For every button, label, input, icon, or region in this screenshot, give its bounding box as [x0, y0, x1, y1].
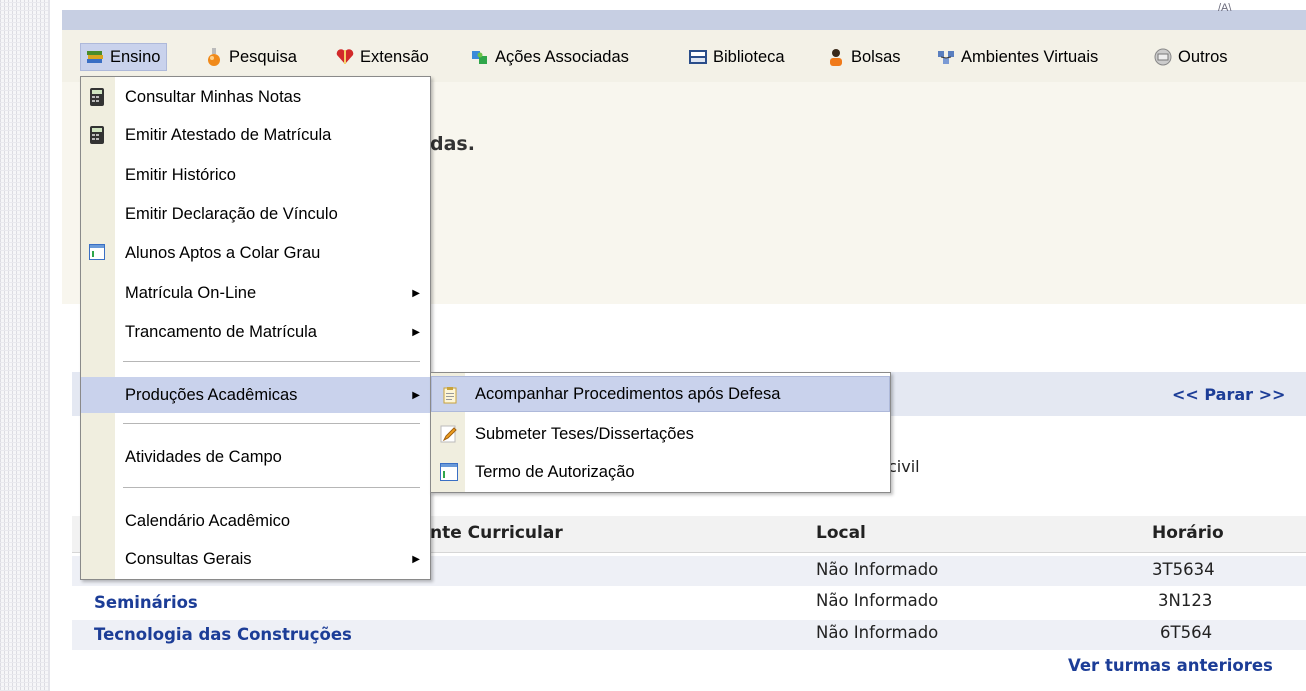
- course-fragment: civil: [888, 457, 920, 476]
- table-row: Seminários Não Informado 3N123: [72, 588, 1306, 618]
- row-name-link[interactable]: Seminários: [94, 593, 198, 612]
- menu-item-trancamento[interactable]: Trancamento de Matrícula ▶: [81, 314, 430, 350]
- menu-separator: [123, 487, 420, 489]
- menu-biblioteca[interactable]: Biblioteca: [688, 45, 785, 69]
- page-heading-fragment: das.: [430, 133, 475, 155]
- menu-item-label: Consultas Gerais: [125, 549, 252, 568]
- menu-item-calendario[interactable]: Calendário Acadêmico: [81, 503, 430, 539]
- menu-item-atividades-campo[interactable]: Atividades de Campo: [81, 439, 430, 475]
- menu-item-label: Emitir Atestado de Matrícula: [125, 125, 332, 144]
- menu-item-label: Calendário Acadêmico: [125, 511, 291, 530]
- menu-ensino-label: Ensino: [110, 47, 161, 66]
- calculator-icon: [89, 87, 105, 107]
- row-local: Não Informado: [816, 591, 939, 610]
- menu-item-consultar-notas[interactable]: Consultar Minhas Notas: [81, 79, 430, 115]
- menu-item-emitir-atestado[interactable]: Emitir Atestado de Matrícula: [81, 117, 430, 153]
- menu-extensao-label: Extensão: [360, 47, 429, 66]
- parar-link[interactable]: << Parar >>: [1172, 385, 1285, 404]
- menu-acoes-associadas[interactable]: Ações Associadas: [470, 45, 629, 69]
- menu-item-label: Atividades de Campo: [125, 447, 282, 466]
- submenu-arrow-icon: ▶: [412, 554, 420, 565]
- menu-item-emitir-historico[interactable]: Emitir Histórico: [81, 157, 430, 193]
- network-icon: [936, 47, 956, 67]
- book-icon: [688, 47, 708, 67]
- menu-item-emitir-declaracao[interactable]: Emitir Declaração de Vínculo: [81, 196, 430, 232]
- form-icon: [440, 463, 458, 481]
- menu-ensino[interactable]: Ensino: [80, 43, 168, 71]
- row-horario: 3T5634: [1152, 560, 1215, 579]
- menu-bolsas[interactable]: Bolsas: [826, 45, 901, 69]
- menu-ambientes-label: Ambientes Virtuais: [961, 47, 1099, 66]
- menu-separator: [123, 361, 420, 363]
- menu-item-label: Emitir Histórico: [125, 165, 236, 184]
- clipboard-icon: [441, 386, 459, 404]
- submenu-item-termo-autorizacao[interactable]: Termo de Autorização: [431, 454, 890, 490]
- menu-item-label: Consultar Minhas Notas: [125, 87, 302, 106]
- menu-outros[interactable]: Outros: [1153, 45, 1228, 69]
- menu-separator: [123, 423, 420, 425]
- submenu-item-submeter-teses[interactable]: Submeter Teses/Dissertações: [431, 416, 890, 452]
- menu-outros-label: Outros: [1178, 47, 1228, 66]
- gutter-edge: [48, 0, 50, 691]
- col-local: Local: [816, 523, 866, 543]
- submenu-item-label: Acompanhar Procedimentos após Defesa: [475, 384, 781, 403]
- menu-item-label: Trancamento de Matrícula: [125, 322, 317, 341]
- heart-gift-icon: [335, 47, 355, 67]
- flask-icon: [204, 47, 224, 67]
- menu-biblioteca-label: Biblioteca: [713, 47, 785, 66]
- menu-item-producoes-academicas[interactable]: Produções Acadêmicas ▶: [81, 377, 430, 413]
- row-local: Não Informado: [816, 623, 939, 642]
- form-icon: [89, 244, 105, 264]
- submenu-item-label: Termo de Autorização: [475, 462, 635, 481]
- col-componente: nte Curricular: [430, 523, 563, 543]
- menu-item-label: Produções Acadêmicas: [125, 385, 298, 404]
- row-local: Não Informado: [816, 560, 939, 579]
- printer-icon: [1153, 47, 1173, 67]
- left-gutter: [0, 0, 48, 691]
- puzzle-icon: [470, 47, 490, 67]
- menu-acoes-label: Ações Associadas: [495, 47, 629, 66]
- calculator-icon: [89, 125, 105, 145]
- menu-item-alunos-aptos[interactable]: Alunos Aptos a Colar Grau: [81, 235, 430, 271]
- row-horario: 3N123: [1158, 591, 1213, 610]
- menu-item-label: Matrícula On-Line: [125, 283, 257, 302]
- row-horario: 6T564: [1160, 623, 1213, 642]
- submenu-arrow-icon: ▶: [412, 288, 420, 299]
- menu-item-matricula-online[interactable]: Matrícula On-Line ▶: [81, 275, 430, 311]
- top-glyph: /A\: [1218, 2, 1232, 14]
- ensino-dropdown: Consultar Minhas Notas Emitir Atestado d…: [80, 76, 431, 580]
- menu-item-label: Alunos Aptos a Colar Grau: [125, 243, 321, 262]
- menu-item-label: Emitir Declaração de Vínculo: [125, 204, 338, 223]
- person-icon: [826, 47, 846, 67]
- menu-bolsas-label: Bolsas: [851, 47, 901, 66]
- submenu-item-acompanhar-procedimentos[interactable]: Acompanhar Procedimentos após Defesa: [431, 376, 890, 412]
- menu-pesquisa[interactable]: Pesquisa: [204, 45, 297, 69]
- menu-ambientes-virtuais[interactable]: Ambientes Virtuais: [936, 45, 1098, 69]
- top-bar-strip: [62, 0, 1306, 10]
- table-row: Tecnologia das Construções Não Informado…: [72, 620, 1306, 650]
- ver-turmas-anteriores-link[interactable]: Ver turmas anteriores: [1068, 656, 1273, 675]
- pencil-icon: [440, 425, 458, 443]
- row-name-link[interactable]: Tecnologia das Construções: [94, 625, 352, 644]
- submenu-arrow-icon: ▶: [412, 327, 420, 338]
- books-icon: [85, 47, 105, 67]
- menu-item-consultas-gerais[interactable]: Consultas Gerais ▶: [81, 541, 430, 577]
- submenu-arrow-icon: ▶: [412, 390, 420, 401]
- submenu-item-label: Submeter Teses/Dissertações: [475, 424, 694, 443]
- producoes-submenu: Acompanhar Procedimentos após Defesa Sub…: [430, 372, 891, 493]
- menu-extensao[interactable]: Extensão: [335, 45, 429, 69]
- menu-pesquisa-label: Pesquisa: [229, 47, 297, 66]
- col-horario: Horário: [1152, 523, 1224, 543]
